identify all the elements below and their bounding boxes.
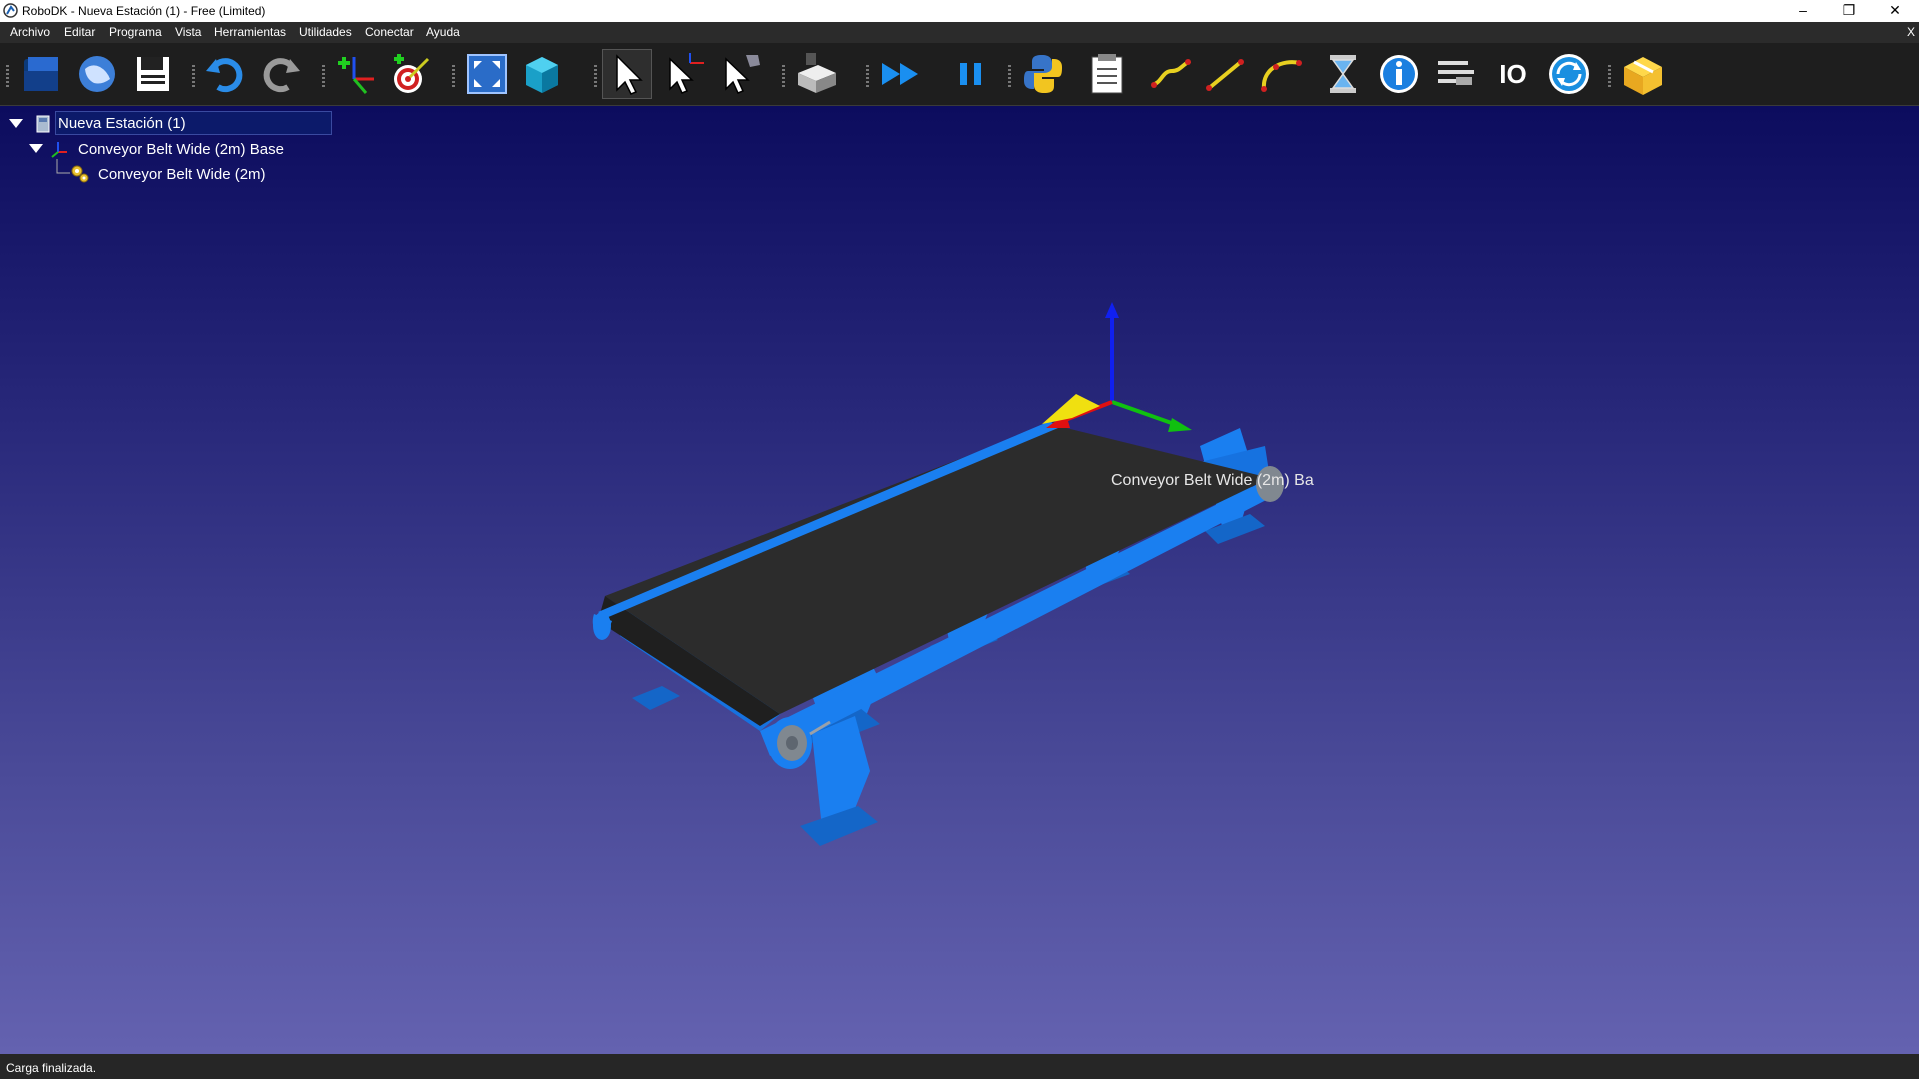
menu-vista[interactable]: Vista — [175, 25, 201, 39]
save-icon[interactable] — [128, 49, 178, 99]
add-target-icon[interactable] — [386, 49, 436, 99]
select-icon[interactable] — [602, 49, 652, 99]
joint-move-icon[interactable] — [1146, 49, 1196, 99]
view-box-icon[interactable] — [518, 49, 568, 99]
close-button[interactable]: ✕ — [1872, 0, 1918, 22]
redo-icon[interactable] — [256, 49, 306, 99]
menu-close-button[interactable]: X — [1907, 25, 1915, 39]
linear-move-icon[interactable] — [1200, 49, 1250, 99]
undo-icon[interactable] — [200, 49, 250, 99]
open-station-icon[interactable] — [16, 49, 66, 99]
python-icon[interactable] — [1018, 49, 1068, 99]
set-instruction-icon[interactable] — [1430, 49, 1480, 99]
tool-station-icon[interactable] — [792, 49, 842, 99]
conveyor-3d-model[interactable] — [0, 106, 1919, 1054]
circular-move-icon[interactable] — [1256, 49, 1306, 99]
menu-bar: Archivo Editar Programa Vista Herramient… — [0, 22, 1919, 43]
toolbar-grip[interactable] — [192, 65, 195, 87]
object-label: Conveyor Belt Wide (2m) Ba — [1111, 472, 1314, 489]
move-tool-icon[interactable] — [716, 49, 766, 99]
online-library-icon[interactable] — [72, 49, 122, 99]
status-bar: Carga finalizada. — [0, 1054, 1919, 1079]
menu-editar[interactable]: Editar — [64, 25, 95, 39]
3d-viewport[interactable]: Nueva Estación (1) Conveyor Belt Wide (2… — [0, 106, 1919, 1054]
toolbar-grip[interactable] — [1608, 65, 1611, 87]
menu-herramientas[interactable]: Herramientas — [214, 25, 286, 39]
toolbar-grip[interactable] — [6, 65, 9, 87]
minimize-button[interactable]: – — [1780, 0, 1826, 22]
move-reference-icon[interactable] — [660, 49, 710, 99]
toolbar-grip[interactable] — [594, 65, 597, 87]
fast-simulation-icon[interactable] — [876, 49, 926, 99]
robodk-logo-icon — [3, 3, 18, 18]
toolbar-grip[interactable] — [452, 65, 455, 87]
pause-icon[interactable] — [946, 49, 996, 99]
menu-archivo[interactable]: Archivo — [10, 25, 50, 39]
package-icon[interactable] — [1618, 49, 1668, 99]
menu-utilidades[interactable]: Utilidades — [299, 25, 352, 39]
reference-frame-gizmo — [1042, 302, 1192, 432]
menu-programa[interactable]: Programa — [109, 25, 162, 39]
status-text: Carga finalizada. — [6, 1061, 97, 1075]
restore-button[interactable]: ❐ — [1826, 0, 1872, 22]
toolbar-grip[interactable] — [1008, 65, 1011, 87]
menu-conectar[interactable]: Conectar — [365, 25, 414, 39]
add-reference-frame-icon[interactable] — [330, 49, 380, 99]
toolbar-grip[interactable] — [322, 65, 325, 87]
window-title: RoboDK - Nueva Estación (1) - Free (Limi… — [22, 4, 266, 18]
title-bar: RoboDK - Nueva Estación (1) - Free (Limi… — [0, 0, 1919, 22]
pause-instruction-icon[interactable] — [1318, 49, 1368, 99]
toolbar-grip[interactable] — [866, 65, 869, 87]
main-toolbar: IO — [0, 43, 1919, 106]
refresh-icon[interactable] — [1544, 49, 1594, 99]
fit-all-icon[interactable] — [462, 49, 512, 99]
menu-ayuda[interactable]: Ayuda — [426, 25, 460, 39]
info-icon[interactable] — [1374, 49, 1424, 99]
toolbar-grip[interactable] — [782, 65, 785, 87]
io-icon[interactable]: IO — [1488, 49, 1538, 99]
program-report-icon[interactable] — [1082, 49, 1132, 99]
